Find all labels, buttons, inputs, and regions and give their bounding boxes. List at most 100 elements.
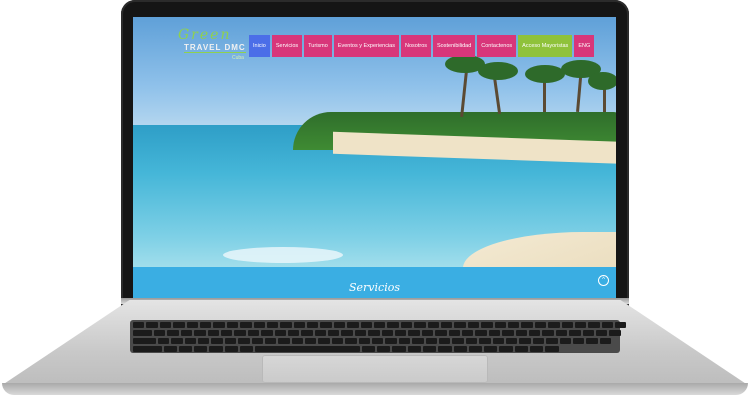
keyboard-key <box>414 322 426 328</box>
keyboard-key <box>226 322 239 328</box>
keyboard-key <box>368 330 380 336</box>
keyboard-key <box>318 338 330 344</box>
keyboard-key <box>377 346 391 352</box>
nav-item-contactenos[interactable]: Contactenos <box>477 35 517 57</box>
keyboard-key <box>479 338 491 344</box>
keyboard-key <box>601 322 614 328</box>
keyboard-key <box>555 330 568 336</box>
palm-fronds <box>588 72 616 90</box>
nav-item-turismo[interactable]: Turismo <box>304 35 332 57</box>
scroll-top-button[interactable]: ^ <box>598 275 609 286</box>
keyboard-key <box>484 346 498 352</box>
site-logo[interactable]: Green TRAVEL DMC Cuba <box>178 27 248 63</box>
keyboard-key <box>412 338 424 344</box>
keyboard-key <box>207 330 219 336</box>
keyboard-key <box>530 346 544 352</box>
website-screen: Green TRAVEL DMC Cuba Inicio Servicios T… <box>133 17 616 298</box>
keyboard-key <box>435 330 447 336</box>
keyboard-key <box>234 330 246 336</box>
keyboard-key <box>532 338 545 344</box>
keyboard-key <box>345 338 357 344</box>
keyboard-key <box>439 338 451 344</box>
keyboard-key <box>247 330 260 336</box>
keyboard-key <box>595 330 608 336</box>
keyboard-key <box>213 322 225 328</box>
keyboard-key <box>519 338 531 344</box>
keyboard-key <box>574 322 587 328</box>
keyboard-key <box>194 330 206 336</box>
keyboard-key <box>499 346 513 352</box>
nav-item-servicios[interactable]: Servicios <box>271 35 303 57</box>
services-heading: Servicios <box>349 281 400 294</box>
keyboard-key <box>133 330 152 336</box>
keyboard-key <box>453 346 467 352</box>
keyboard-key <box>494 322 506 328</box>
key-row <box>133 338 613 344</box>
key-row <box>133 330 623 336</box>
keyboard-key <box>331 338 344 344</box>
keyboard-key <box>599 338 612 344</box>
keyboard-key <box>307 322 319 328</box>
keyboard-key <box>452 338 464 344</box>
keyboard-key <box>448 330 460 336</box>
keyboard-key <box>180 330 193 336</box>
keyboard-key <box>278 338 290 344</box>
keyboard-key <box>333 322 346 328</box>
key-row <box>133 346 561 352</box>
keyboard-key <box>440 322 453 328</box>
keyboard-key <box>238 338 250 344</box>
keyboard-key <box>280 322 292 328</box>
keyboard-key <box>347 322 359 328</box>
nav-item-sostenibilidad[interactable]: Sostenibilidad <box>433 35 476 57</box>
keyboard-key <box>239 346 254 352</box>
main-navigation: Inicio Servicios Turismo Eventos y Exper… <box>249 35 596 57</box>
palm-fronds <box>478 62 518 80</box>
keyboard-key <box>465 338 478 344</box>
keyboard-key <box>293 322 306 328</box>
keyboard-key <box>186 322 198 328</box>
keyboard-key <box>609 330 621 336</box>
keyboard-key <box>171 338 183 344</box>
keyboard-key <box>224 338 237 344</box>
keyboard-key <box>507 322 520 328</box>
keyboard-key <box>427 322 439 328</box>
keyboard-key <box>211 338 223 344</box>
keyboard-key <box>569 330 581 336</box>
keyboard-key <box>534 322 547 328</box>
keyboard-key <box>385 338 397 344</box>
keyboard-key <box>615 322 627 328</box>
keyboard-key <box>572 338 585 344</box>
keyboard-key <box>291 338 304 344</box>
wave-foam <box>223 247 343 263</box>
keyboard-key <box>408 330 420 336</box>
keyboard-key <box>194 346 208 352</box>
keyboard-key <box>502 330 514 336</box>
keyboard-key <box>133 346 162 352</box>
keyboard-key <box>586 338 598 344</box>
keyboard-key <box>425 338 437 344</box>
keyboard-key <box>133 322 145 328</box>
keyboard-key <box>167 330 179 336</box>
keyboard-key <box>157 338 170 344</box>
nav-item-eventos[interactable]: Eventos y Experiencias <box>333 35 399 57</box>
keyboard-key <box>582 330 594 336</box>
keyboard-key <box>154 330 166 336</box>
nav-item-inicio[interactable]: Inicio <box>249 35 270 57</box>
keyboard-key <box>224 346 238 352</box>
keyboard-key <box>358 338 371 344</box>
keyboard-key <box>146 322 158 328</box>
keyboard-key <box>301 330 313 336</box>
keyboard-key <box>467 322 480 328</box>
nav-item-nosotros[interactable]: Nosotros <box>401 35 432 57</box>
nav-item-eng[interactable]: ENG <box>574 35 595 57</box>
keyboard-key <box>253 322 265 328</box>
logo-text-travel: TRAVEL DMC <box>184 43 246 53</box>
keyboard-key <box>392 346 406 352</box>
keyboard-key <box>341 330 353 336</box>
keyboard-key <box>548 322 560 328</box>
keyboard-key <box>374 322 386 328</box>
nav-item-acceso-mayoristas[interactable]: Acceso Mayoristas <box>518 35 573 57</box>
keyboard-key <box>561 322 573 328</box>
services-section: Servicios ^ <box>133 267 616 298</box>
keyboard-key <box>173 322 185 328</box>
